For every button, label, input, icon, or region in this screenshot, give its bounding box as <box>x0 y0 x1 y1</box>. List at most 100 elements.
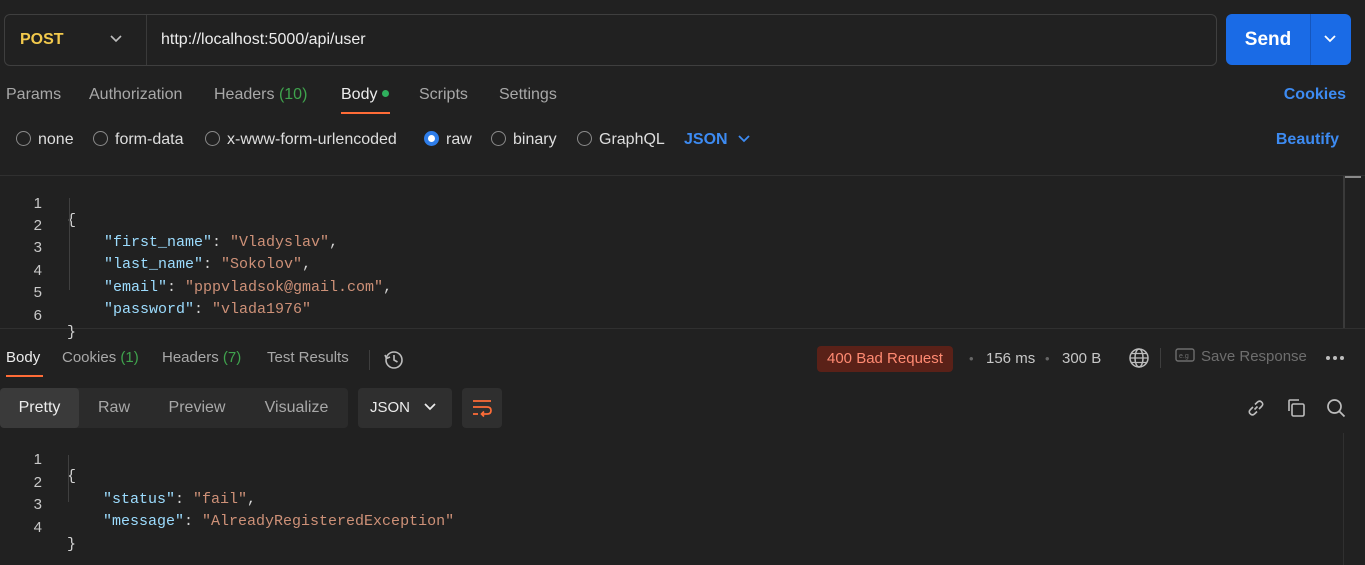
response-size[interactable]: 300 B <box>1062 350 1101 367</box>
meta-bullet: • <box>969 351 974 366</box>
editor-scrollbar-thumb[interactable] <box>1345 176 1361 178</box>
copy-icon[interactable] <box>1285 397 1307 419</box>
send-button[interactable]: Send <box>1226 14 1310 65</box>
beautify-button[interactable]: Beautify <box>1276 131 1339 149</box>
radio-circle-icon <box>491 131 506 146</box>
tab-authorization[interactable]: Authorization <box>89 86 182 104</box>
body-language-select[interactable]: JSON <box>684 131 750 149</box>
radio-checked-icon <box>424 131 439 146</box>
resp-headers-count: (7) <box>222 349 242 366</box>
svg-text:e.g: e.g <box>1179 353 1189 360</box>
code-line: 3 "message": "AlreadyRegisteredException… <box>0 479 1340 530</box>
chevron-down-icon <box>424 403 436 411</box>
globe-icon[interactable] <box>1128 347 1150 369</box>
code-line: 2 "first_name": "Vladyslav", <box>0 200 1340 251</box>
url-input[interactable]: http://localhost:5000/api/user <box>161 31 366 49</box>
radio-urlencoded[interactable]: x-www-form-urlencoded <box>205 131 397 149</box>
code-line: 2 "status": "fail", <box>0 457 1340 508</box>
code-text: } <box>67 536 77 553</box>
view-raw[interactable]: Raw <box>85 388 143 428</box>
radio-circle-icon <box>93 131 108 146</box>
code-line: 1 { <box>0 434 1340 485</box>
indent-guide <box>68 455 69 502</box>
url-bar: POST http://localhost:5000/api/user <box>4 14 1217 66</box>
radio-form-data[interactable]: form-data <box>93 131 183 149</box>
response-scrollbar-track[interactable] <box>1343 433 1344 565</box>
request-tabs: Params Authorization Headers (10) Body S… <box>0 84 1365 114</box>
save-example-icon: e.g <box>1175 348 1195 362</box>
send-button-group: Send <box>1226 14 1351 65</box>
radio-urlencoded-label: x-www-form-urlencoded <box>227 131 397 148</box>
tab-scripts[interactable]: Scripts <box>419 86 468 104</box>
resp-tab-cookies[interactable]: Cookies (1) <box>62 349 139 366</box>
radio-raw-label: raw <box>446 131 472 148</box>
resp-tab-cookies-label: Cookies <box>62 349 117 366</box>
response-time[interactable]: 156 ms <box>986 350 1035 367</box>
editor-scrollbar-track[interactable] <box>1343 176 1345 328</box>
response-body-viewer[interactable]: 1 { 2 "status": "fail", 3 "message": "Al… <box>0 433 1365 565</box>
code-line: 4 } <box>0 502 1340 553</box>
body-language-label: JSON <box>684 131 728 148</box>
resp-tab-body-underline <box>6 375 43 377</box>
more-options-icon[interactable] <box>1325 355 1345 361</box>
tab-body[interactable]: Body <box>341 86 390 104</box>
cookies-count: (1) <box>120 349 139 366</box>
chevron-down-icon[interactable] <box>1323 33 1337 45</box>
view-preview[interactable]: Preview <box>158 388 236 428</box>
resp-tab-body[interactable]: Body <box>6 349 40 366</box>
radio-form-data-label: form-data <box>115 131 184 148</box>
request-body-editor[interactable]: 1 { 2 "first_name": "Vladyslav", 3 "last… <box>0 175 1365 341</box>
chevron-down-icon <box>737 135 750 143</box>
line-number: 4 <box>33 519 42 536</box>
body-type-radios: none form-data x-www-form-urlencoded raw… <box>0 128 1365 154</box>
code-line: 3 "last_name": "Sokolov", <box>0 222 1340 273</box>
response-tabs: Body Cookies (1) Headers (7) Test Result… <box>0 345 1365 377</box>
resp-tab-test-results[interactable]: Test Results <box>267 349 349 366</box>
save-response-button[interactable]: e.g Save Response <box>1175 348 1307 365</box>
tab-body-underline <box>341 112 390 114</box>
wrap-lines-button[interactable] <box>462 388 502 428</box>
divider <box>369 350 370 370</box>
radio-circle-icon <box>205 131 220 146</box>
tab-params[interactable]: Params <box>6 86 61 104</box>
response-view-segmented: Pretty Raw Preview Visualize <box>0 388 348 428</box>
code-line: 5 "password": "vlada1976" <box>0 267 1340 318</box>
status-badge[interactable]: 400 Bad Request <box>817 346 953 372</box>
resp-tab-headers[interactable]: Headers (7) <box>162 349 241 366</box>
radio-binary[interactable]: binary <box>491 131 557 149</box>
view-pretty[interactable]: Pretty <box>0 388 79 428</box>
divider <box>1160 348 1161 368</box>
link-icon[interactable] <box>1245 397 1267 419</box>
chevron-down-icon <box>110 35 122 43</box>
response-format-select[interactable]: JSON <box>358 388 452 428</box>
code-line: 1 { <box>0 178 1340 229</box>
radio-graphql[interactable]: GraphQL <box>577 131 665 149</box>
headers-count: (10) <box>278 86 308 103</box>
save-response-label: Save Response <box>1201 348 1307 365</box>
tab-headers[interactable]: Headers (10) <box>214 86 307 104</box>
radio-none[interactable]: none <box>16 131 74 149</box>
method-select[interactable]: POST <box>5 15 147 65</box>
radio-raw[interactable]: raw <box>424 131 472 149</box>
code-text: } <box>67 324 77 341</box>
code-line: 4 "email": "pppvladsok@gmail.com", <box>0 245 1340 296</box>
code-line: 6 } <box>0 290 1340 341</box>
indent-guide <box>69 198 70 290</box>
radio-circle-icon <box>577 131 592 146</box>
tab-settings[interactable]: Settings <box>499 86 557 104</box>
line-number: 6 <box>33 307 42 324</box>
radio-graphql-label: GraphQL <box>599 131 665 148</box>
response-format-label: JSON <box>370 399 411 416</box>
method-label: POST <box>20 31 64 48</box>
view-visualize[interactable]: Visualize <box>253 388 340 428</box>
tab-body-label: Body <box>341 86 378 103</box>
radio-binary-label: binary <box>513 131 557 148</box>
cookies-link[interactable]: Cookies <box>1284 86 1346 104</box>
resp-tab-headers-label: Headers <box>162 349 219 366</box>
send-divider <box>1310 14 1311 65</box>
meta-bullet: • <box>1045 351 1050 366</box>
radio-circle-icon <box>16 131 31 146</box>
search-icon[interactable] <box>1325 397 1347 419</box>
tab-headers-label: Headers <box>214 86 275 103</box>
history-icon[interactable] <box>383 349 405 371</box>
